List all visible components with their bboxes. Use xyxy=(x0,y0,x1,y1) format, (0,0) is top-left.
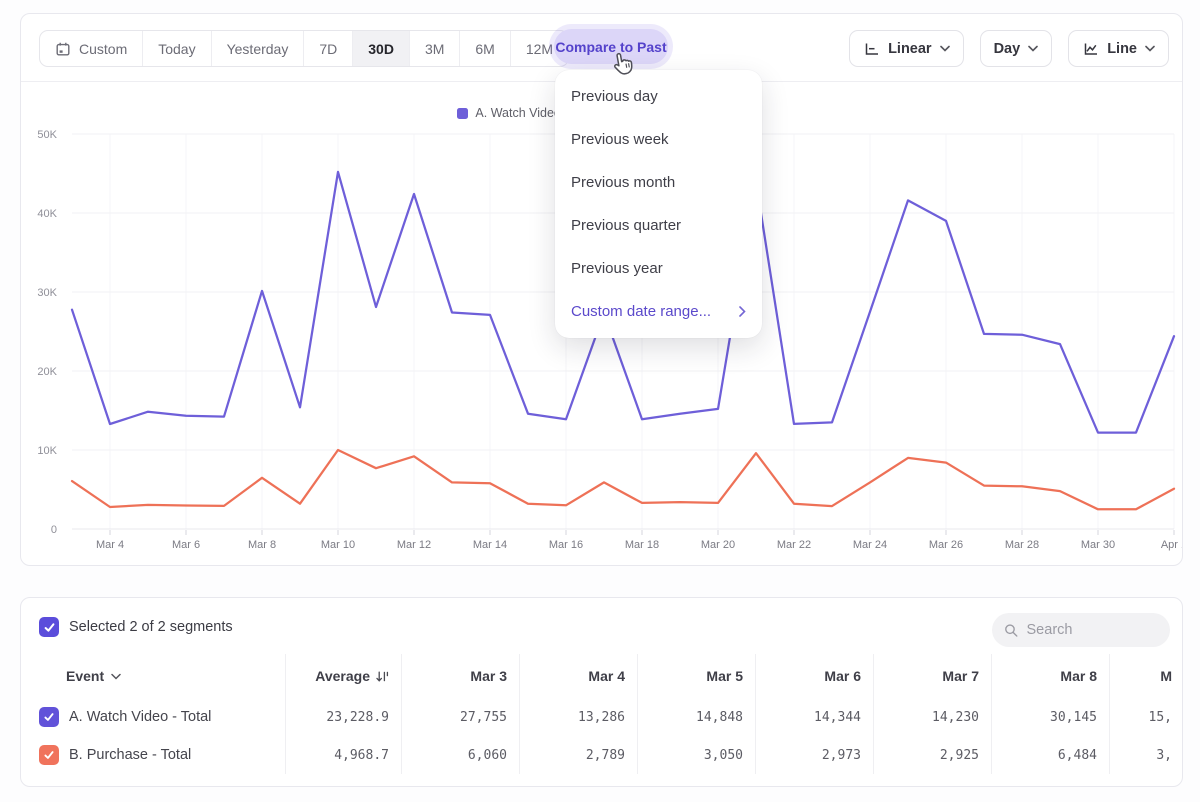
menu-item-previous-year[interactable]: Previous year xyxy=(555,247,762,290)
svg-text:Mar 14: Mar 14 xyxy=(473,539,507,551)
sort-descending-icon xyxy=(376,670,389,683)
cell-average-a: 23,228.9 xyxy=(285,698,401,736)
column-header-mar4[interactable]: Mar 4 xyxy=(519,654,637,698)
column-header-mar7[interactable]: Mar 7 xyxy=(873,654,991,698)
axis-icon xyxy=(863,41,880,57)
svg-text:Mar 30: Mar 30 xyxy=(1081,539,1115,551)
svg-text:Mar 26: Mar 26 xyxy=(929,539,963,551)
chevron-down-icon xyxy=(111,673,121,680)
row-checkbox-purchase[interactable] xyxy=(39,745,59,765)
chart-type-dropdown-button[interactable]: Line xyxy=(1068,30,1169,67)
cell-b-mar5: 3,050 xyxy=(637,736,755,774)
row-checkbox-watch-video[interactable] xyxy=(39,707,59,727)
checkmark-icon xyxy=(43,711,55,723)
svg-text:Mar 20: Mar 20 xyxy=(701,539,735,551)
cell-b-mar4: 2,789 xyxy=(519,736,637,774)
column-header-mar5[interactable]: Mar 5 xyxy=(637,654,755,698)
calendar-icon xyxy=(55,41,71,57)
svg-text:Mar 8: Mar 8 xyxy=(248,539,276,551)
svg-text:40K: 40K xyxy=(37,208,57,220)
column-header-average[interactable]: Average xyxy=(285,654,401,698)
column-header-mar9-clipped[interactable]: M xyxy=(1109,654,1182,698)
menu-item-previous-quarter[interactable]: Previous quarter xyxy=(555,204,762,247)
menu-item-previous-day[interactable]: Previous day xyxy=(555,75,762,118)
table-row-purchase[interactable]: B. Purchase - Total xyxy=(21,736,285,774)
cell-a-mar5: 14,848 xyxy=(637,698,755,736)
segments-search[interactable] xyxy=(992,613,1170,647)
svg-text:50K: 50K xyxy=(37,129,57,141)
cell-b-mar6: 2,973 xyxy=(755,736,873,774)
svg-text:Mar 12: Mar 12 xyxy=(397,539,431,551)
menu-item-previous-month[interactable]: Previous month xyxy=(555,161,762,204)
search-input[interactable] xyxy=(1027,622,1158,638)
granularity-dropdown-button[interactable]: Day xyxy=(980,30,1053,67)
line-chart-icon xyxy=(1082,41,1099,57)
compare-to-past-menu: Previous day Previous week Previous mont… xyxy=(555,70,762,338)
svg-text:Mar 28: Mar 28 xyxy=(1005,539,1039,551)
svg-text:Mar 24: Mar 24 xyxy=(853,539,887,551)
chevron-down-icon xyxy=(940,45,950,52)
column-header-mar6[interactable]: Mar 6 xyxy=(755,654,873,698)
cell-a-mar4: 13,286 xyxy=(519,698,637,736)
cell-a-mar8: 30,145 xyxy=(991,698,1109,736)
compare-to-past-button[interactable]: Compare to Past xyxy=(554,29,668,64)
chevron-right-icon xyxy=(739,306,746,317)
column-header-mar8[interactable]: Mar 8 xyxy=(991,654,1109,698)
cell-a-mar6: 14,344 xyxy=(755,698,873,736)
range-button-yesterday[interactable]: Yesterday xyxy=(212,31,305,66)
range-button-label: Custom xyxy=(79,41,127,57)
svg-text:Mar 18: Mar 18 xyxy=(625,539,659,551)
range-button-30d[interactable]: 30D xyxy=(353,31,410,66)
menu-item-previous-week[interactable]: Previous week xyxy=(555,118,762,161)
chevron-down-icon xyxy=(1145,45,1155,52)
chevron-down-icon xyxy=(1028,45,1038,52)
cell-average-b: 4,968.7 xyxy=(285,736,401,774)
selected-segments-label: Selected 2 of 2 segments xyxy=(69,619,233,635)
cell-a-mar3: 27,755 xyxy=(401,698,519,736)
scale-dropdown-button[interactable]: Linear xyxy=(849,30,964,67)
svg-text:Mar 10: Mar 10 xyxy=(321,539,355,551)
cell-b-mar7: 2,925 xyxy=(873,736,991,774)
menu-item-custom-date-range[interactable]: Custom date range... xyxy=(555,290,762,333)
checkmark-icon xyxy=(43,621,56,634)
segments-card: Selected 2 of 2 segments Event Average M… xyxy=(20,597,1183,787)
series-a-swatch xyxy=(457,108,468,119)
checkmark-icon xyxy=(43,749,55,761)
cell-b-mar9-clipped: 3, xyxy=(1109,736,1182,774)
svg-text:20K: 20K xyxy=(37,366,57,378)
svg-text:Apr 1: Apr 1 xyxy=(1161,539,1182,551)
range-button-7d[interactable]: 7D xyxy=(304,31,353,66)
column-header-mar3[interactable]: Mar 3 xyxy=(401,654,519,698)
range-button-today[interactable]: Today xyxy=(143,31,211,66)
range-button-6m[interactable]: 6M xyxy=(460,31,510,66)
range-button-custom[interactable]: Custom xyxy=(40,31,143,66)
segments-table: Event Average Mar 3 Mar 4 Mar 5 Mar 6 Ma… xyxy=(21,654,1182,774)
svg-text:30K: 30K xyxy=(37,287,57,299)
svg-text:0: 0 xyxy=(51,524,57,536)
svg-text:Mar 4: Mar 4 xyxy=(96,539,124,551)
segments-header: Selected 2 of 2 segments xyxy=(21,598,1182,654)
analytics-page: Custom Today Yesterday 7D 30D 3M 6M 12M … xyxy=(0,0,1200,802)
segment-name: B. Purchase - Total xyxy=(69,747,191,763)
svg-text:10K: 10K xyxy=(37,445,57,457)
select-all-checkbox[interactable] xyxy=(39,617,59,637)
column-header-event[interactable]: Event xyxy=(21,654,285,698)
svg-text:Mar 22: Mar 22 xyxy=(777,539,811,551)
cell-b-mar3: 6,060 xyxy=(401,736,519,774)
magnifier-icon xyxy=(1004,622,1019,639)
cell-a-mar9-clipped: 15, xyxy=(1109,698,1182,736)
segment-name: A. Watch Video - Total xyxy=(69,709,211,725)
svg-text:Mar 16: Mar 16 xyxy=(549,539,583,551)
chart-display-controls: Linear Day Line xyxy=(849,30,1169,67)
date-range-segmented-control: Custom Today Yesterday 7D 30D 3M 6M 12M xyxy=(39,30,569,67)
svg-text:Mar 6: Mar 6 xyxy=(172,539,200,551)
table-row-watch-video[interactable]: A. Watch Video - Total xyxy=(21,698,285,736)
range-button-3m[interactable]: 3M xyxy=(410,31,460,66)
cell-b-mar8: 6,484 xyxy=(991,736,1109,774)
cell-a-mar7: 14,230 xyxy=(873,698,991,736)
